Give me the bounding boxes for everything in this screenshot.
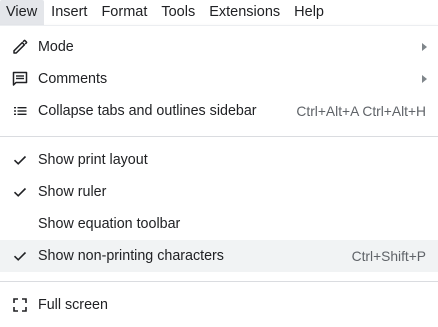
- menu-item-label: Full screen: [38, 297, 108, 313]
- menu-item-label: Mode: [38, 39, 74, 55]
- menu-item-label: Show print layout: [38, 152, 148, 168]
- menu-item-collapse-sidebar[interactable]: Collapse tabs and outlines sidebar Ctrl+…: [0, 95, 438, 127]
- menu-help[interactable]: Help: [287, 0, 331, 25]
- menu-item-label: Show non-printing characters: [38, 248, 224, 264]
- checkmark-icon: [10, 150, 30, 170]
- checkmark-icon: [10, 182, 30, 202]
- menu-item-mode[interactable]: Mode: [0, 31, 438, 63]
- menu-item-label: Collapse tabs and outlines sidebar: [38, 103, 257, 119]
- comment-icon: [10, 69, 30, 89]
- menu-item-full-screen[interactable]: Full screen: [0, 289, 438, 321]
- list-icon: [10, 101, 30, 121]
- menu-item-label: Comments: [38, 71, 108, 87]
- menu-item-show-non-printing-characters[interactable]: Show non-printing characters Ctrl+Shift+…: [0, 240, 438, 272]
- menu-separator: [0, 136, 438, 137]
- menu-item-show-ruler[interactable]: Show ruler: [0, 176, 438, 208]
- menu-item-label: Show ruler: [38, 184, 107, 200]
- menu-item-comments[interactable]: Comments: [0, 63, 438, 95]
- pencil-icon: [10, 37, 30, 57]
- menu-item-show-print-layout[interactable]: Show print layout: [0, 144, 438, 176]
- view-dropdown-menu: Mode Comments Collapse tabs and outlines…: [0, 25, 438, 327]
- submenu-arrow-icon: [422, 43, 427, 51]
- menu-item-show-equation-toolbar[interactable]: Show equation toolbar: [0, 208, 438, 240]
- checkmark-icon: [10, 246, 30, 266]
- shortcut-text: Ctrl+Alt+A Ctrl+Alt+H: [296, 103, 426, 119]
- shortcut-text: Ctrl+Shift+P: [351, 248, 426, 264]
- menu-bar: View Insert Format Tools Extensions Help: [0, 0, 438, 25]
- menu-extensions[interactable]: Extensions: [202, 0, 287, 25]
- menu-tools[interactable]: Tools: [154, 0, 202, 25]
- menu-format[interactable]: Format: [94, 0, 154, 25]
- submenu-arrow-icon: [422, 75, 427, 83]
- menu-item-label: Show equation toolbar: [38, 216, 181, 232]
- menu-view[interactable]: View: [0, 0, 45, 25]
- fullscreen-icon: [10, 295, 30, 315]
- menu-insert[interactable]: Insert: [44, 0, 94, 25]
- menu-separator: [0, 281, 438, 282]
